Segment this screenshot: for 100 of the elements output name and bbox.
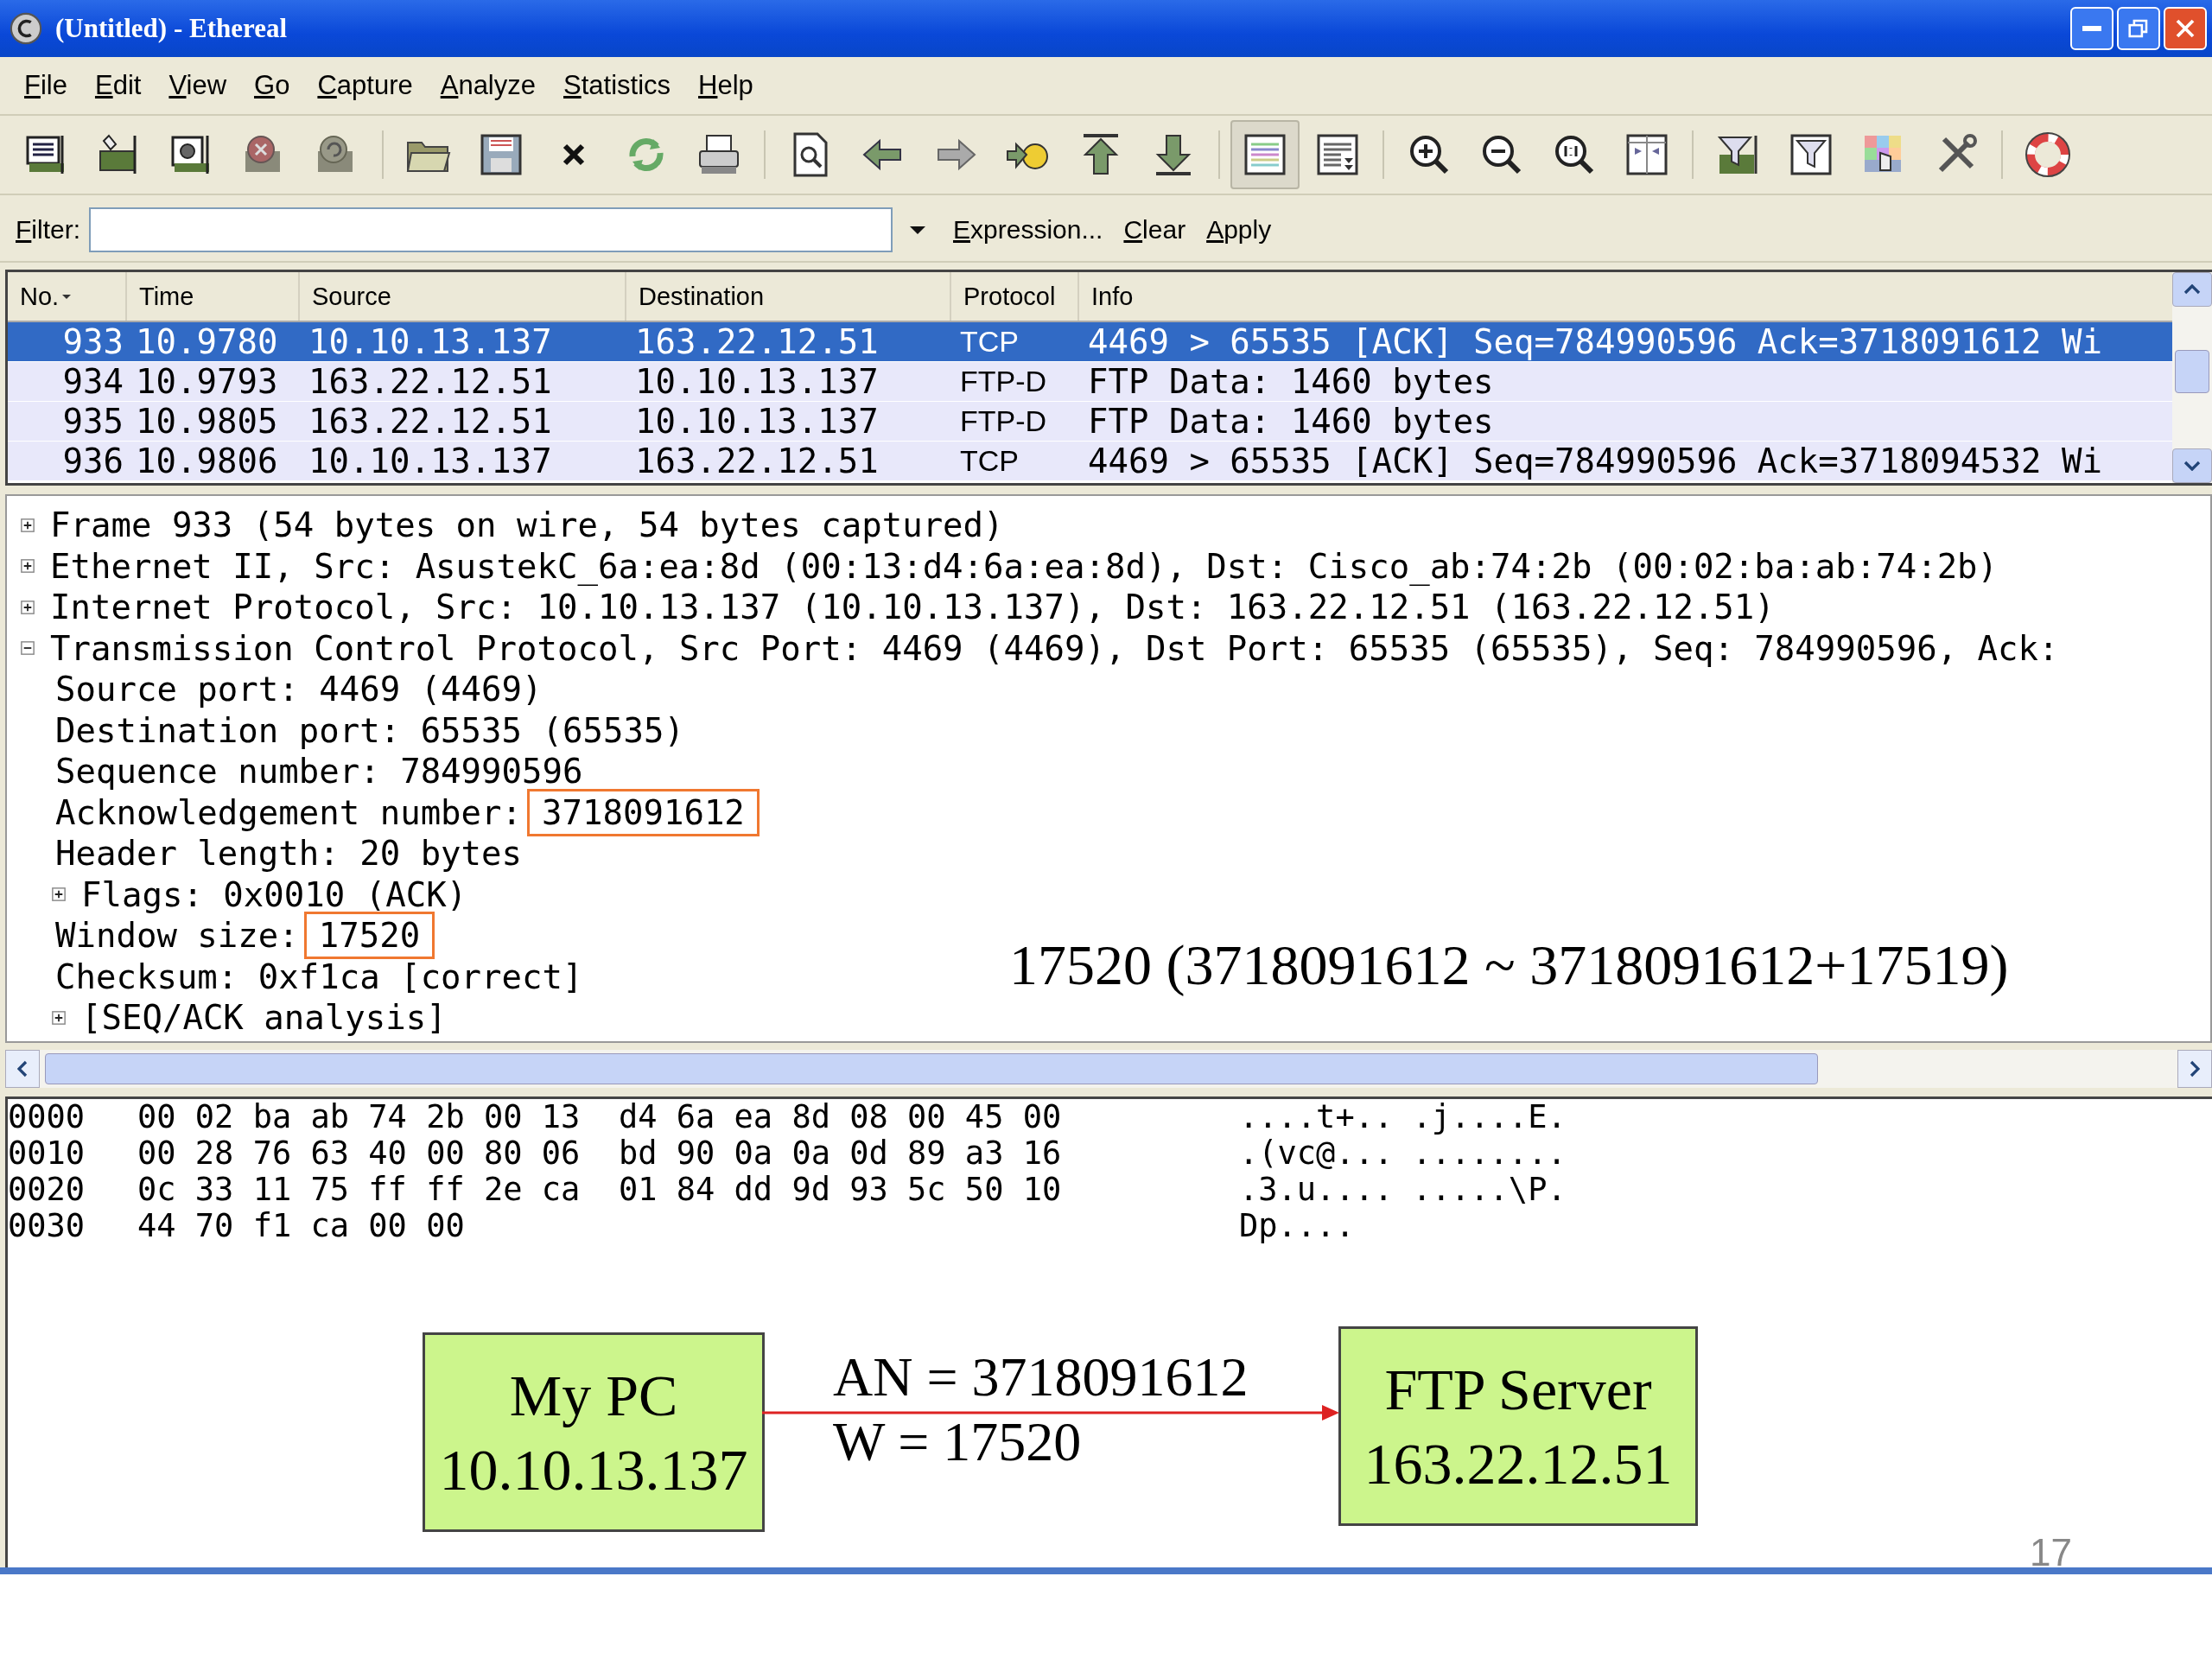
table-cell-text: FTP Data: 1460 bytes xyxy=(1087,362,1495,401)
hex-bytes: 00 02 ba ab 74 2b 00 13 d4 6a ea 8d 08 00 45 00 xyxy=(137,1099,1063,1135)
table-cell-text: 10.10.13.137 xyxy=(634,362,880,401)
table-cell-text: 163.22.12.51 xyxy=(308,402,553,441)
down-caret-icon xyxy=(2183,461,2202,471)
ascii-text: .(vc@... ........ xyxy=(1239,1135,1567,1172)
table-cell-text: 163.22.12.51 xyxy=(634,322,880,361)
scroll-right-button[interactable] xyxy=(2177,1050,2212,1088)
table-cell-text: TCP xyxy=(959,324,1020,359)
menu-item[interactable]: Capture xyxy=(303,70,427,101)
toolbar-button[interactable] xyxy=(1230,120,1300,189)
node-label: My PC xyxy=(509,1361,678,1430)
horizontal-scrollbar[interactable] xyxy=(5,1050,2212,1088)
tree-item[interactable]: Header length: 20 bytes xyxy=(55,834,523,874)
tree-item[interactable]: Destination port: 65535 (65535) xyxy=(55,710,684,750)
scroll-down-button[interactable] xyxy=(2172,448,2212,483)
scroll-left-button[interactable] xyxy=(5,1050,40,1088)
hex-bytes: 0c 33 11 75 ff ff 2e ca 01 84 dd 9d 93 5c 50 10 xyxy=(137,1172,1063,1208)
packet-row[interactable]: 936 10.9806 10.10.13.137 163.22.12.51 TCP 4469 > 65535 [ACK] Seq=784990596 Ack=3718094532 Wi xyxy=(8,442,2172,481)
expand-icon[interactable] xyxy=(50,886,67,904)
window-title: (Untitled) - Ethereal xyxy=(55,13,288,44)
table-cell-text: 163.22.12.51 xyxy=(634,442,880,480)
expand-icon[interactable] xyxy=(50,1008,67,1027)
table-cell-text: 10.10.13.137 xyxy=(634,402,880,441)
minimize-button[interactable] xyxy=(2070,7,2113,50)
table-cell-text: TCP xyxy=(959,443,1020,479)
packet-row[interactable]: 935 10.9805 163.22.12.51 10.10.13.137 FTP-D FTP Data: 1460 bytes xyxy=(8,402,2172,442)
collapse-icon[interactable] xyxy=(19,639,36,658)
column-header[interactable]: Info xyxy=(1079,272,2172,321)
hex-bytes: 00 28 76 63 40 00 80 06 bd 90 0a 0a 0d 89 a3 16 xyxy=(137,1135,1063,1172)
tree-item[interactable]: Ethernet II, Src: AsustekC_6a:ea:8d (00:13:d4:6a:ea:8d), Dst: Cisco_ab:74:2b (00:02:ba:ab:74:2b) xyxy=(50,546,1999,586)
scrollbar-thumb[interactable] xyxy=(2175,350,2209,393)
restore-button[interactable] xyxy=(2117,7,2160,50)
tree-item[interactable]: Frame 933 (54 bytes on wire, 54 bytes captured) xyxy=(50,505,1004,545)
menu-item[interactable]: Statistics xyxy=(550,70,685,101)
table-cell-text: 936 xyxy=(61,442,124,480)
table-cell-text: 10.9780 xyxy=(135,322,279,361)
tree-item[interactable]: Flags: 0x0010 (ACK) xyxy=(81,874,467,914)
node-label: FTP Server xyxy=(1384,1355,1652,1424)
menu-item[interactable]: Analyze xyxy=(426,70,550,101)
tree-item[interactable]: Internet Protocol, Src: 10.10.13.137 (10.10.13.137), Dst: 163.22.12.51 (163.22.12.51) xyxy=(50,588,1775,627)
expand-icon[interactable] xyxy=(19,598,36,616)
table-cell-text: 935 xyxy=(61,402,124,441)
up-caret-icon xyxy=(2183,284,2202,295)
menu-item[interactable]: Go xyxy=(240,70,304,101)
filter-label: Filter: xyxy=(16,215,80,245)
column-header[interactable]: Time xyxy=(127,272,300,321)
table-cell-text: FTP Data: 1460 bytes xyxy=(1087,402,1495,441)
ascii-text: Dp.... xyxy=(1239,1208,1355,1244)
page-number: 17 xyxy=(2030,1531,2072,1574)
tree-item[interactable]: Source port: 4469 (4469) xyxy=(55,670,543,709)
minimize-icon xyxy=(2082,26,2101,31)
table-cell-text: FTP-D xyxy=(959,404,1048,439)
menu-item[interactable]: View xyxy=(155,70,241,101)
ascii-text: .3.u.... .....\P. xyxy=(1239,1172,1567,1208)
vertical-scrollbar[interactable] xyxy=(2172,272,2212,483)
dropdown-button[interactable] xyxy=(910,226,925,234)
node-label: 10.10.13.137 xyxy=(439,1435,748,1504)
lifebuoy-icon xyxy=(2024,130,2072,179)
table-cell-text: 10.9805 xyxy=(135,402,279,441)
filter-button[interactable]: Clear xyxy=(1113,215,1197,245)
table-cell-text: 4469 > 65535 [ACK] Seq=784990596 Ack=3718091612 Wi xyxy=(1087,322,2103,361)
expand-icon[interactable] xyxy=(19,516,36,534)
right-caret-icon xyxy=(2190,1059,2200,1078)
packet-row[interactable]: 934 10.9793 163.22.12.51 10.10.13.137 FTP-D FTP Data: 1460 bytes xyxy=(8,362,2172,402)
scroll-up-button[interactable] xyxy=(2172,272,2212,307)
table-cell-text: 10.9793 xyxy=(135,362,279,401)
column-header[interactable]: Source xyxy=(300,272,626,321)
menu-item[interactable]: Help xyxy=(684,70,767,101)
table-cell-text: 163.22.12.51 xyxy=(308,362,553,401)
filter-input[interactable] xyxy=(89,207,893,252)
arrow-label: W = 17520 xyxy=(833,1410,1082,1474)
filter-button[interactable]: Apply xyxy=(1196,215,1282,245)
tree-item[interactable]: [SEQ/ACK analysis] xyxy=(81,998,447,1038)
menu-item[interactable]: Edit xyxy=(80,70,156,101)
ascii-text: ....t+.. .j....E. xyxy=(1239,1099,1567,1135)
arrow-label: AN = 3718091612 xyxy=(833,1345,1249,1409)
filter-button[interactable]: Expression... xyxy=(943,215,1114,245)
column-header[interactable]: No. xyxy=(8,272,127,321)
table-cell-text: 10.10.13.137 xyxy=(308,442,553,480)
tree-item[interactable]: Transmission Control Protocol, Src Port: 4469 (4469), Dst Port: 65535 (65535), Seq: 784990596, Ack: xyxy=(50,628,2059,668)
highlighted-value: 17520 xyxy=(303,912,435,960)
packet-row[interactable]: 933 10.9780 10.10.13.137 163.22.12.51 TCP 4469 > 65535 [ACK] Seq=784990596 Ack=3718091612 Wi xyxy=(8,322,2172,362)
close-button[interactable] xyxy=(2164,7,2207,50)
scrollbar-thumb[interactable] xyxy=(45,1053,1818,1084)
highlighted-value: 3718091612 xyxy=(527,788,760,836)
caret-icon xyxy=(910,226,925,234)
column-header[interactable]: Destination xyxy=(626,272,951,321)
tree-item[interactable]: Window size: xyxy=(55,916,299,956)
hex-offset: 0030 xyxy=(8,1208,86,1244)
expand-icon[interactable] xyxy=(19,557,36,575)
menu-item[interactable]: File xyxy=(10,70,81,101)
tree-item[interactable]: Acknowledgement number: xyxy=(55,792,523,832)
node-label: 163.22.12.51 xyxy=(1363,1429,1673,1498)
sort-arrow-icon xyxy=(62,294,72,299)
table-cell-text: 934 xyxy=(61,362,124,401)
hex-offset: 0010 xyxy=(8,1135,86,1172)
table-cell-text: 10.10.13.137 xyxy=(308,322,553,361)
hex-bytes: 44 70 f1 ca 00 00 xyxy=(137,1208,466,1244)
column-header[interactable]: Protocol xyxy=(951,272,1079,321)
